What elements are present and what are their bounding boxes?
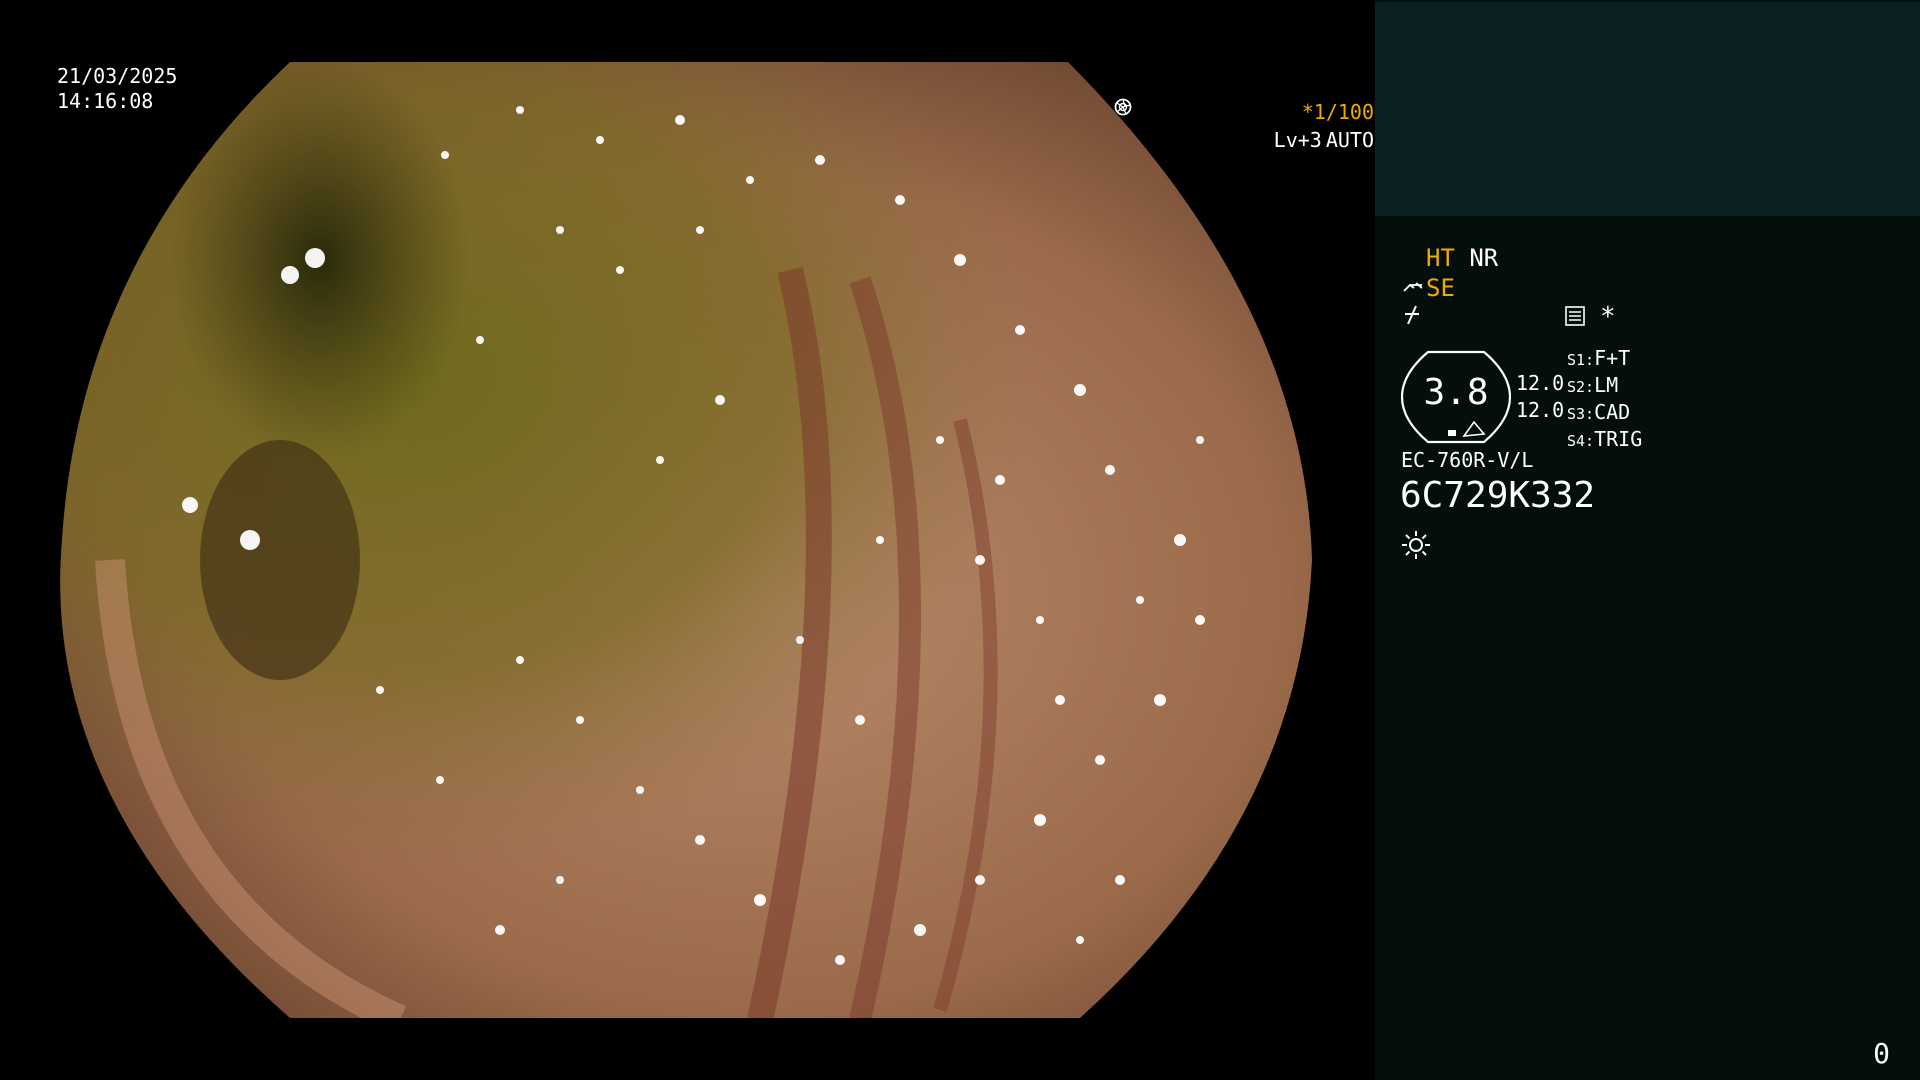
nr-mode: NR [1469,244,1499,272]
ht-mode: HT [1426,244,1455,272]
setting-key: S4: [1567,432,1595,450]
setting-s4: S4:TRIG [1567,427,1642,454]
gauge-side-top: 12.0 [1516,371,1565,395]
se-mode: SE [1426,274,1455,302]
scope-serial: 6C729K332 [1400,475,1596,516]
setting-s1: S1:F+T [1567,346,1642,373]
scope-tip-icon [1403,282,1423,292]
image-mode-row: HT NR [1402,244,1498,272]
asterisk-marker: * [1600,302,1616,332]
date-text: 21/03/2025 [57,64,178,88]
freeze-row [1402,304,1422,332]
sun-icon [1402,531,1430,559]
setting-value: TRIG [1594,427,1643,451]
setting-key: S1: [1567,351,1595,369]
scope-model: EC-760R-V/L [1401,448,1534,472]
time-text: 14:16:08 [57,89,154,113]
shutter-speed-text: *1/100 [1301,100,1374,124]
gauge-value: 3.8 [1423,372,1489,413]
info-panel: HT NR SE * 3.8 12.0 12.0 S1:F+T S2:LM S3… [1375,0,1920,1080]
gauge-side-values: 12.0 12.0 [1516,370,1564,424]
date-time-display: 21/03/2025 14:16:08 [57,64,177,114]
setting-key: S2: [1567,378,1595,396]
setting-s2: S2:LM [1567,373,1642,400]
panel-header-area [1375,2,1920,216]
endoscope-view: 21/03/2025 14:16:08 *1/100 Lv+3 AUTO [0,0,1375,1080]
setting-s3: S3:CAD [1567,400,1642,427]
freeze-icon [1405,305,1419,325]
level-text: Lv+3 [1273,128,1322,152]
scope-switch-settings: S1:F+T S2:LM S3:CAD S4:TRIG [1567,346,1642,454]
setting-value: CAD [1594,400,1631,424]
iris-icon [1114,98,1132,116]
endoscopic-image [60,62,1313,1018]
setting-value: F+T [1594,346,1631,370]
setting-key: S3: [1567,405,1595,423]
gauge-side-bottom: 12.0 [1516,398,1565,422]
frame-counter: 0 [1873,1037,1890,1070]
exposure-mode-text: AUTO [1325,128,1374,152]
exposure-overlay: *1/100 Lv+3 AUTO [1114,98,1374,154]
se-mode-row: SE [1402,274,1455,302]
menu-icon [1565,306,1585,326]
setting-value: LM [1594,373,1619,397]
